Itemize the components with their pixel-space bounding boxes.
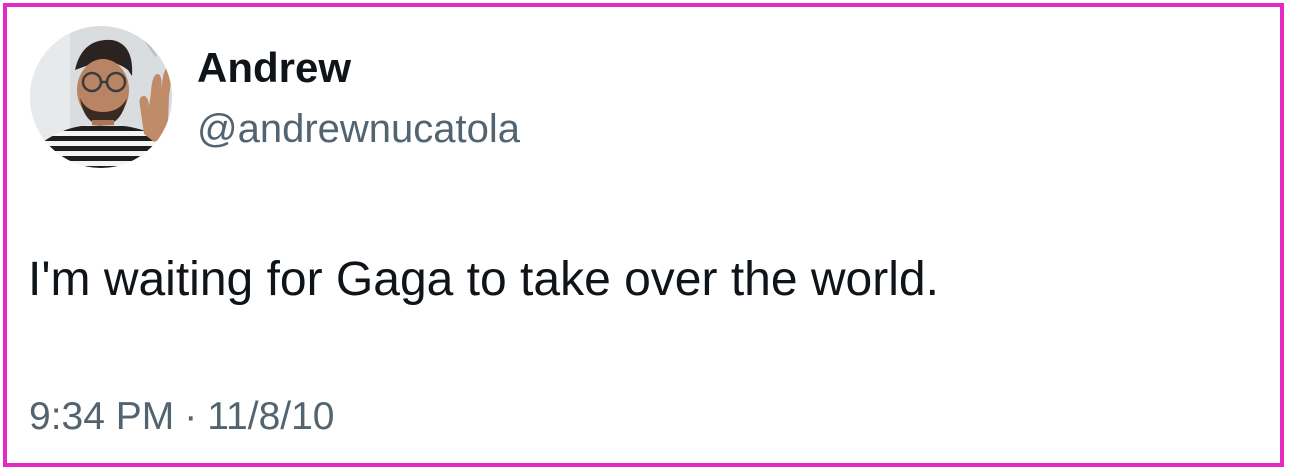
profile-photo-icon [30, 26, 172, 168]
tweet-date: 11/8/10 [207, 395, 335, 438]
tweet-timestamp[interactable]: 9:34 PM · 11/8/10 [29, 394, 334, 440]
author-display-name[interactable]: Andrew [197, 43, 351, 93]
author-avatar[interactable] [30, 26, 172, 168]
author-handle[interactable]: @andrewnucatola [197, 105, 520, 153]
tweet-time: 9:34 PM [29, 395, 175, 438]
tweet-text: I'm waiting for Gaga to take over the wo… [28, 253, 939, 306]
tweet-card: Andrew @andrewnucatola I'm waiting for G… [3, 3, 1284, 467]
meta-separator: · [184, 395, 198, 438]
